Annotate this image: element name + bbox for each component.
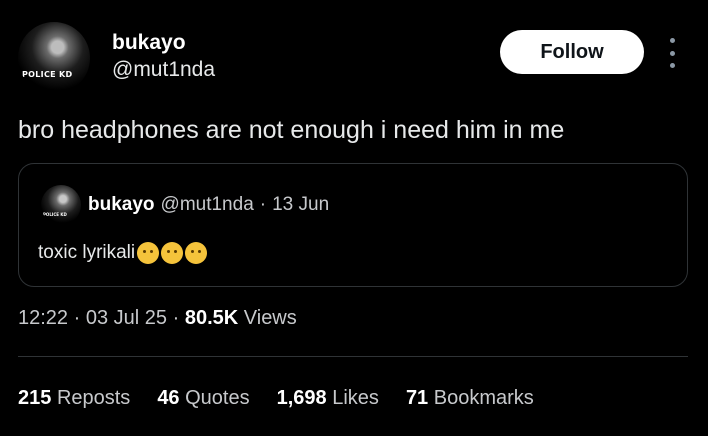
- yawning-face-icon: [137, 242, 160, 264]
- quoted-avatar-caption: POLICE KD: [43, 212, 67, 217]
- quoted-tweet-text: toxic lyrikali: [38, 242, 208, 264]
- bookmarks-label: Bookmarks: [433, 387, 534, 409]
- bookmarks-count: 71: [405, 387, 429, 409]
- meta-separator: ·: [73, 307, 81, 329]
- author-handle[interactable]: @mut1nda: [112, 58, 215, 82]
- quoted-author-avatar[interactable]: POLICE KD: [41, 185, 81, 225]
- meta-separator: ·: [172, 307, 180, 329]
- quoted-date: 13 Jun: [272, 194, 330, 215]
- likes-label: Likes: [332, 387, 379, 409]
- melting-face-icon: [161, 242, 184, 264]
- quoted-author-name: bukayo: [88, 194, 155, 215]
- reposts-label: Reposts: [56, 387, 131, 409]
- bookmarks-stat[interactable]: 71 Bookmarks: [406, 387, 534, 410]
- tweet-meta: 12:22 · 03 Jul 25 · 80.5K Views: [18, 307, 297, 330]
- quotes-stat[interactable]: 46 Quotes: [157, 387, 249, 410]
- views-label: Views: [243, 307, 297, 329]
- quotes-count: 46: [157, 387, 180, 409]
- quoted-tweet-header: bukayo @mut1nda · 13 Jun: [88, 194, 329, 216]
- avatar-caption: POLICE KD: [22, 70, 73, 79]
- quoted-text: toxic lyrikali: [38, 242, 136, 263]
- engagement-stats: 215 Reposts 46 Quotes 1,698 Likes 71 Boo…: [18, 387, 534, 410]
- likes-count: 1,698: [276, 387, 327, 409]
- divider: [18, 356, 688, 357]
- reposts-count: 215: [18, 387, 52, 409]
- likes-stat[interactable]: 1,698 Likes: [277, 387, 379, 410]
- quoted-tweet[interactable]: POLICE KD bukayo @mut1nda · 13 Jun toxic…: [18, 163, 688, 287]
- tweet-date[interactable]: 03 Jul 25: [86, 307, 167, 329]
- views-count: 80.5K: [184, 307, 239, 329]
- author-avatar[interactable]: POLICE KD: [18, 22, 90, 94]
- tweet-time[interactable]: 12:22: [18, 307, 68, 329]
- quoted-author-handle: @mut1nda: [160, 194, 254, 215]
- reposts-stat[interactable]: 215 Reposts: [18, 387, 130, 410]
- tweet-text: bro headphones are not enough i need him…: [18, 116, 565, 144]
- quoted-separator: ·: [259, 194, 267, 215]
- quotes-label: Quotes: [185, 387, 250, 409]
- follow-button[interactable]: Follow: [500, 30, 644, 74]
- sweat-face-icon: [185, 242, 208, 264]
- author-name[interactable]: bukayo: [112, 31, 186, 55]
- more-options-icon[interactable]: [666, 38, 678, 68]
